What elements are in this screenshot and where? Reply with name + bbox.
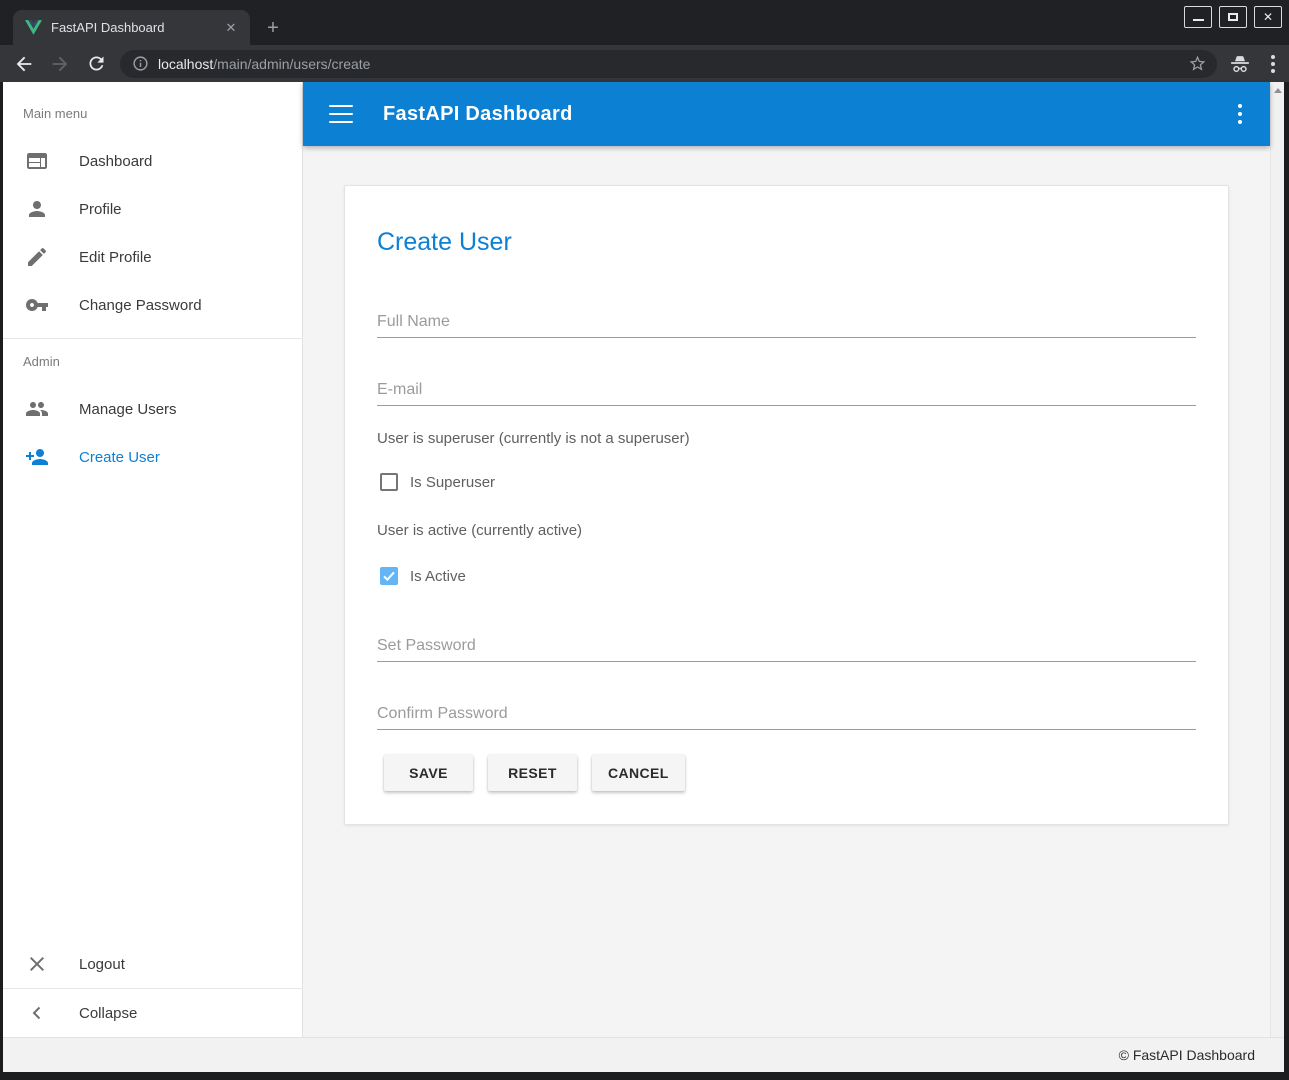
close-button[interactable]: ✕ — [1254, 6, 1282, 28]
browser-menu-button[interactable] — [1271, 55, 1275, 73]
is-superuser-checkbox[interactable] — [380, 473, 398, 491]
main-area: FastAPI Dashboard Create User User is su… — [303, 82, 1270, 1037]
sidebar-item-change-password[interactable]: Change Password — [3, 281, 302, 329]
app-bar-title: FastAPI Dashboard — [383, 103, 573, 126]
sidebar-bottom: Logout Collapse — [3, 940, 302, 1037]
save-button[interactable]: SAVE — [384, 755, 473, 791]
sidebar-item-edit-profile[interactable]: Edit Profile — [3, 233, 302, 281]
sidebar-item-label: Manage Users — [79, 401, 177, 418]
arrow-back-icon — [13, 53, 35, 75]
sidebar: Main menu Dashboard Profile — [3, 82, 303, 1037]
tab-title: FastAPI Dashboard — [51, 20, 222, 35]
create-user-card: Create User User is superuser (currently… — [344, 185, 1229, 825]
close-icon: ✕ — [1263, 11, 1273, 23]
maximize-button[interactable] — [1219, 6, 1247, 28]
arrow-forward-icon — [49, 53, 71, 75]
sidebar-item-label: Change Password — [79, 297, 202, 314]
incognito-icon — [1229, 54, 1251, 74]
page-footer: © FastAPI Dashboard — [3, 1037, 1284, 1072]
copyright-text: © FastAPI Dashboard — [1119, 1047, 1255, 1063]
sidebar-section-admin: Admin — [23, 350, 302, 372]
sidebar-item-label: Create User — [79, 449, 160, 466]
pencil-icon — [25, 245, 49, 269]
sidebar-item-label: Profile — [79, 201, 122, 218]
url-path: /main/admin/users/create — [213, 56, 370, 72]
sidebar-item-logout[interactable]: Logout — [3, 940, 302, 988]
chevron-left-icon — [25, 1001, 49, 1025]
reload-button[interactable] — [84, 52, 108, 76]
full-name-input[interactable] — [377, 306, 1196, 338]
sidebar-item-dashboard[interactable]: Dashboard — [3, 137, 302, 185]
sidebar-item-collapse[interactable]: Collapse — [3, 989, 302, 1037]
form-buttons: SAVE RESET CANCEL — [384, 755, 1196, 791]
email-input[interactable] — [377, 374, 1196, 406]
superuser-note: User is superuser (currently is not a su… — [377, 430, 1196, 448]
address-bar[interactable]: localhost/main/admin/users/create — [120, 50, 1217, 78]
url-host: localhost — [158, 56, 213, 72]
dashboard-icon — [25, 149, 49, 173]
sidebar-item-label: Dashboard — [79, 153, 152, 170]
browser-window: FastAPI Dashboard ✕ + ✕ localhost/main/a… — [0, 0, 1289, 1080]
app-bar-overflow-icon[interactable] — [1238, 104, 1242, 124]
page-viewport: Main menu Dashboard Profile — [3, 82, 1284, 1072]
url-text: localhost/main/admin/users/create — [158, 56, 1188, 72]
hamburger-menu-icon[interactable] — [329, 105, 353, 123]
cancel-button[interactable]: CANCEL — [592, 755, 685, 791]
set-password-input[interactable] — [377, 630, 1196, 662]
forward-button[interactable] — [48, 52, 72, 76]
is-active-label: Is Active — [410, 568, 466, 585]
maximize-icon — [1228, 13, 1238, 21]
sidebar-item-manage-users[interactable]: Manage Users — [3, 385, 302, 433]
key-icon — [25, 293, 49, 317]
window-controls: ✕ — [1184, 6, 1282, 28]
window-border-right — [1284, 82, 1289, 1080]
is-active-checkbox[interactable] — [380, 567, 398, 585]
sidebar-item-label: Logout — [79, 956, 125, 973]
active-note: User is active (currently active) — [377, 522, 1196, 540]
browser-tab[interactable]: FastAPI Dashboard ✕ — [13, 10, 250, 45]
vue-logo-icon — [25, 20, 42, 35]
checkmark-icon — [381, 568, 397, 584]
browser-titlebar: FastAPI Dashboard ✕ + ✕ — [0, 0, 1289, 45]
bookmark-star-icon[interactable] — [1188, 54, 1207, 73]
tab-close-icon[interactable]: ✕ — [222, 19, 240, 37]
new-tab-button[interactable]: + — [261, 16, 285, 40]
page-title: Create User — [377, 228, 1196, 257]
minimize-button[interactable] — [1184, 6, 1212, 28]
app-bar: FastAPI Dashboard — [303, 82, 1270, 146]
minimize-icon — [1193, 19, 1204, 21]
reset-button[interactable]: RESET — [488, 755, 577, 791]
scrollbar-up-icon[interactable] — [1271, 82, 1285, 98]
sidebar-item-create-user[interactable]: Create User — [3, 433, 302, 481]
sidebar-item-label: Edit Profile — [79, 249, 152, 266]
sidebar-item-profile[interactable]: Profile — [3, 185, 302, 233]
window-border-left — [0, 82, 3, 1080]
person-add-icon — [25, 445, 49, 469]
sidebar-section-main-menu: Main menu — [23, 102, 302, 124]
main-content: Create User User is superuser (currently… — [303, 146, 1270, 1002]
close-icon — [25, 952, 49, 976]
back-button[interactable] — [12, 52, 36, 76]
reload-icon — [86, 53, 107, 74]
sidebar-item-label: Collapse — [79, 1005, 137, 1022]
window-border-bottom — [0, 1072, 1289, 1080]
people-icon — [25, 397, 49, 421]
toolbar-right — [1229, 54, 1275, 74]
person-icon — [25, 197, 49, 221]
scrollbar[interactable] — [1270, 82, 1284, 1072]
confirm-password-input[interactable] — [377, 698, 1196, 730]
browser-toolbar: localhost/main/admin/users/create — [0, 45, 1289, 82]
sidebar-divider — [3, 338, 302, 339]
is-superuser-label: Is Superuser — [410, 474, 495, 491]
page-info-icon[interactable] — [132, 55, 149, 72]
